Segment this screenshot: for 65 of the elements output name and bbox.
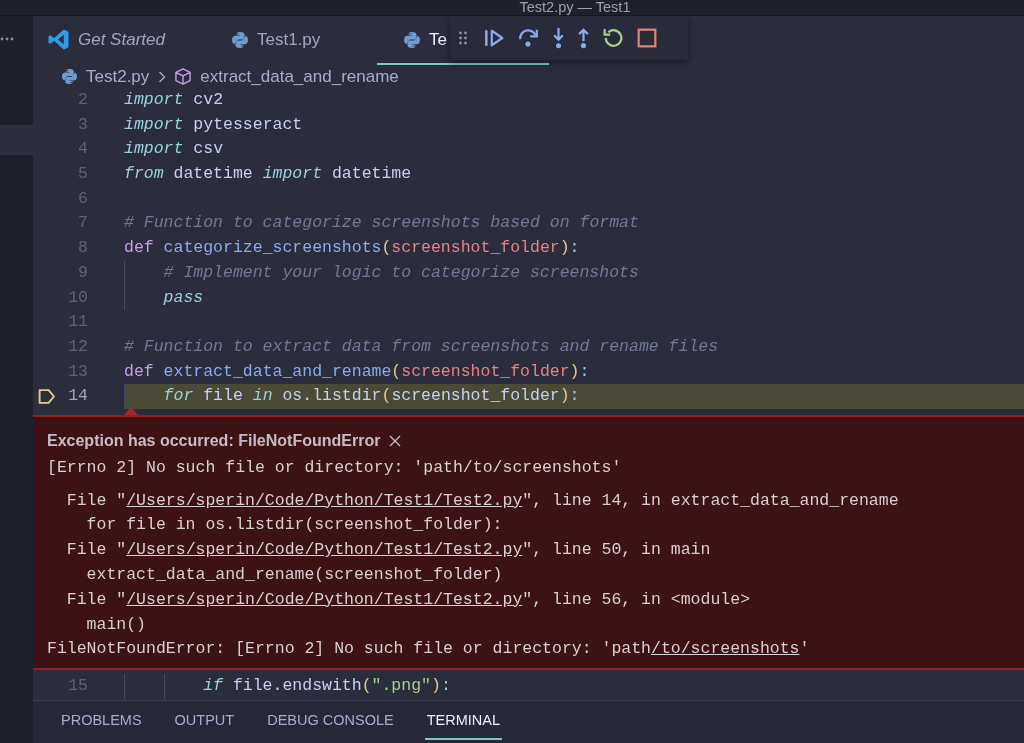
more-icon[interactable] <box>0 37 14 41</box>
current-line-arrow-icon <box>38 389 55 405</box>
line-number: 9 <box>77 261 88 284</box>
line-number: 5 <box>77 163 88 186</box>
exception-summary: FileNotFoundError: [Errno 2] No such file or directory: 'path/to/screenshots' <box>47 638 810 661</box>
chevron-icon <box>158 69 167 84</box>
traceback-line: File "/Users/sperin/Code/Python/Test1/Test2.py", line 56, in <module> <box>66 588 751 611</box>
code-line: import cv2 <box>124 89 224 111</box>
pointer-icon <box>124 406 138 415</box>
traceback-line: File "/Users/sperin/Code/Python/Test1/Test2.py", line 14, in extract_data_and_rename <box>66 489 899 512</box>
drag-handle-icon[interactable] <box>458 30 468 46</box>
line-number: 2 <box>77 89 88 111</box>
window-title: Test2.py — Test1 <box>519 0 631 15</box>
panel-tab[interactable]: OUTPUT <box>172 701 237 740</box>
code-line: pass <box>124 285 204 311</box>
breadcrumb-item[interactable]: Test2.py <box>62 66 150 87</box>
traceback-source: extract_data_and_rename(screenshot_folder) <box>86 563 503 586</box>
close-icon[interactable] <box>388 434 403 449</box>
file-link[interactable]: /Users/sperin/Code/Python/Test1/Test2.py <box>126 490 523 510</box>
stop-icon[interactable] <box>637 28 657 48</box>
line-number: 4 <box>77 138 88 161</box>
file-link[interactable]: /Users/sperin/Code/Python/Test1/Test2.py <box>126 589 523 609</box>
traceback-line: File "/Users/sperin/Code/Python/Test1/Test2.py", line 50, in main <box>66 539 711 562</box>
panel-tab[interactable]: DEBUG CONSOLE <box>265 701 396 740</box>
line-number: 15 <box>67 675 88 698</box>
continue-icon[interactable] <box>484 29 504 47</box>
code-line: import pytesseract <box>124 113 303 136</box>
code-line: if file.endswith(".png"): <box>124 674 451 699</box>
code-line: # Function to categorize screenshots based on format <box>124 212 639 235</box>
exception-message: [Errno 2] No such file or directory: 'path/to/screenshots' <box>47 456 622 479</box>
editor-tab[interactable]: Get Started <box>48 16 165 63</box>
line-number: 11 <box>67 311 88 334</box>
app-logo-icon <box>48 29 69 50</box>
editor-tab[interactable]: Test1.py <box>232 16 321 63</box>
line-number: 13 <box>67 360 88 383</box>
step-into-icon[interactable] <box>553 27 564 49</box>
cube-icon <box>175 68 192 85</box>
step-over-icon[interactable] <box>518 28 539 48</box>
traceback-source: for file in os.listdir(screenshot_folder): <box>86 514 503 537</box>
line-number: 8 <box>77 237 88 260</box>
code-line: from datetime import datetime <box>124 163 412 186</box>
line-number: 10 <box>67 286 88 309</box>
file-type-icon <box>404 31 420 48</box>
line-number: 12 <box>67 335 88 358</box>
restart-icon[interactable] <box>603 28 623 48</box>
line-number: 3 <box>77 113 88 136</box>
traceback-source: main() <box>86 613 146 636</box>
line-number: 6 <box>77 187 88 210</box>
code-line: def categorize_screenshots(screenshot_folder): <box>124 237 580 260</box>
file-type-icon <box>232 31 248 48</box>
panel-tab[interactable]: TERMINAL <box>424 701 503 740</box>
editor-tab[interactable]: Te <box>404 16 447 63</box>
file-type-icon <box>62 69 77 84</box>
code-line: def extract_data_and_rename(screenshot_folder): <box>124 360 590 383</box>
path-link[interactable]: /to/screenshots <box>651 639 800 659</box>
line-number: 7 <box>77 212 88 235</box>
panel-tab[interactable]: PROBLEMS <box>59 701 144 740</box>
file-link[interactable]: /Users/sperin/Code/Python/Test1/Test2.py <box>126 540 523 560</box>
code-line: # Function to extract data from screenshots and rename files <box>124 335 719 358</box>
exception-title: Exception has occurred: FileNotFoundError <box>47 430 381 451</box>
code-line: # Implement your logic to categorize screenshots <box>124 260 639 286</box>
code-line: import csv <box>124 138 224 161</box>
line-number: 14 <box>67 385 88 408</box>
step-out-icon[interactable] <box>578 27 589 49</box>
breadcrumb-item[interactable]: extract_data_and_rename <box>175 66 399 87</box>
